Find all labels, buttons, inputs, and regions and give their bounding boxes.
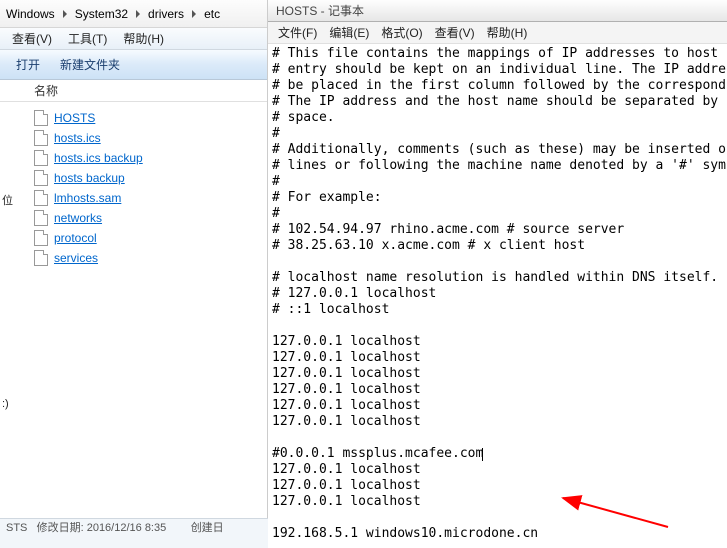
file-name-label: HOSTS: [54, 111, 95, 125]
file-name-label: hosts.ics backup: [54, 151, 143, 165]
text-line: 127.0.0.1 localhost: [272, 382, 723, 398]
file-explorer-window: Windows System32 drivers etc 查看(V) 工具(T)…: [0, 0, 268, 548]
text-line: # lines or following the machine name de…: [272, 158, 723, 174]
file-list: HOSTS hosts.ics hosts.ics backup hosts back…: [0, 102, 267, 274]
file-icon: [34, 210, 48, 226]
text-caret: [482, 448, 483, 461]
text-line: #: [272, 126, 723, 142]
text-line: # The IP address and the host name shoul…: [272, 94, 723, 110]
file-icon: [34, 150, 48, 166]
file-icon: [34, 190, 48, 206]
column-header-name[interactable]: 名称: [0, 80, 267, 102]
menu-view[interactable]: 查看(V): [429, 22, 481, 43]
file-icon: [34, 230, 48, 246]
file-icon: [34, 170, 48, 186]
text-line: # 38.25.63.10 x.acme.com # x client host: [272, 238, 723, 254]
list-item[interactable]: protocol: [0, 228, 267, 248]
text-line: 127.0.0.1 localhost: [272, 350, 723, 366]
text-line: # localhost name resolution is handled w…: [272, 270, 723, 286]
notepad-menubar: 文件(F) 编辑(E) 格式(O) 查看(V) 帮助(H): [268, 22, 727, 44]
status-modified-value: 2016/12/16 8:35: [87, 522, 167, 534]
breadcrumb-item[interactable]: Windows: [4, 7, 57, 21]
status-modified-label: 修改日期:: [37, 522, 84, 534]
list-item[interactable]: HOSTS: [0, 108, 267, 128]
menu-help[interactable]: 帮助(H): [481, 22, 534, 43]
chevron-right-icon: [63, 10, 67, 18]
breadcrumb-item[interactable]: drivers: [146, 7, 186, 21]
status-created-label: 创建日: [191, 522, 224, 534]
text-line: [272, 510, 723, 526]
menu-help[interactable]: 帮助(H): [115, 28, 172, 49]
list-item[interactable]: lmhosts.sam: [0, 188, 267, 208]
explorer-toolbar: 打开 新建文件夹: [0, 50, 267, 80]
text-line: 127.0.0.1 localhost: [272, 414, 723, 430]
explorer-menubar: 查看(V) 工具(T) 帮助(H): [0, 28, 267, 50]
text-line: # space.: [272, 110, 723, 126]
sidebar-text: :): [2, 398, 9, 410]
sidebar-text: 位: [2, 192, 13, 208]
open-button[interactable]: 打开: [6, 53, 50, 76]
text-line: #0.0.0.1 mssplus.mcafee.com: [272, 446, 723, 462]
text-line: # For example:: [272, 190, 723, 206]
notepad-window: HOSTS - 记事本 文件(F) 编辑(E) 格式(O) 查看(V) 帮助(H…: [268, 0, 727, 548]
breadcrumb-item[interactable]: System32: [73, 7, 130, 21]
text-line: [272, 430, 723, 446]
text-line: # 102.54.94.97 rhino.acme.com # source s…: [272, 222, 723, 238]
menu-file[interactable]: 文件(F): [272, 22, 323, 43]
text-line: # This file contains the mappings of IP …: [272, 46, 723, 62]
list-item[interactable]: networks: [0, 208, 267, 228]
text-line: 127.0.0.1 localhost: [272, 398, 723, 414]
file-name-label: networks: [54, 211, 102, 225]
list-item[interactable]: hosts.ics backup: [0, 148, 267, 168]
list-item[interactable]: hosts.ics: [0, 128, 267, 148]
text-line: # be placed in the first column followed…: [272, 78, 723, 94]
menu-format[interactable]: 格式(O): [375, 22, 428, 43]
list-item[interactable]: services: [0, 248, 267, 268]
menu-tools[interactable]: 工具(T): [60, 28, 115, 49]
breadcrumb-item[interactable]: etc: [202, 7, 222, 21]
text-line: 127.0.0.1 localhost: [272, 462, 723, 478]
file-name-label: protocol: [54, 231, 97, 245]
text-editor-area[interactable]: # This file contains the mappings of IP …: [268, 44, 727, 548]
status-selection: STS: [6, 522, 27, 534]
file-icon: [34, 110, 48, 126]
menu-view[interactable]: 查看(V): [4, 28, 60, 49]
new-folder-button[interactable]: 新建文件夹: [50, 53, 130, 76]
text-line: 127.0.0.1 localhost: [272, 494, 723, 510]
file-name-label: lmhosts.sam: [54, 191, 121, 205]
text-line: 192.168.5.1 windows10.microdone.cn: [272, 526, 723, 542]
file-icon: [34, 130, 48, 146]
text-line: #: [272, 174, 723, 190]
menu-edit[interactable]: 编辑(E): [323, 22, 375, 43]
text-line: #: [272, 206, 723, 222]
status-bar: STS 修改日期: 2016/12/16 8:35 创建日: [0, 518, 268, 548]
file-icon: [34, 250, 48, 266]
text-line: 127.0.0.1 localhost: [272, 366, 723, 382]
text-line: [272, 254, 723, 270]
chevron-right-icon: [192, 10, 196, 18]
text-line: # 127.0.0.1 localhost: [272, 286, 723, 302]
text-line: # ::1 localhost: [272, 302, 723, 318]
text-line: # entry should be kept on an individual …: [272, 62, 723, 78]
file-name-label: hosts backup: [54, 171, 125, 185]
text-line: 127.0.0.1 localhost: [272, 478, 723, 494]
text-line: [272, 318, 723, 334]
window-title: HOSTS - 记事本: [268, 0, 727, 22]
text-line: 127.0.0.1 localhost: [272, 334, 723, 350]
list-item[interactable]: hosts backup: [0, 168, 267, 188]
file-name-label: services: [54, 251, 98, 265]
text-line: # Additionally, comments (such as these)…: [272, 142, 723, 158]
file-name-label: hosts.ics: [54, 131, 101, 145]
chevron-right-icon: [136, 10, 140, 18]
breadcrumb[interactable]: Windows System32 drivers etc: [0, 0, 267, 28]
